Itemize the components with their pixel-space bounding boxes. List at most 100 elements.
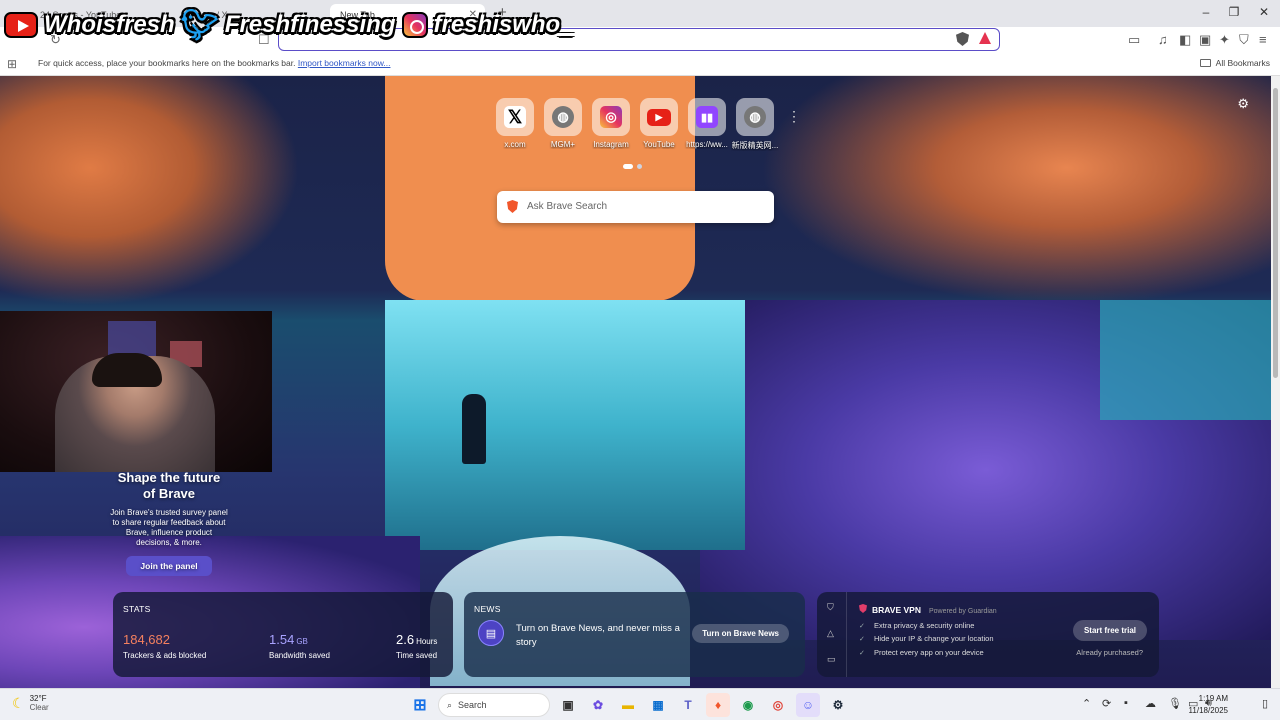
newspaper-icon: ▤	[478, 620, 504, 646]
music-icon[interactable]: ♫	[1158, 32, 1168, 47]
weather-condition: Clear	[29, 703, 49, 712]
taskbar: ☾ 32°F Clear ⊞ ⌕ Search ▣ ✿ ▬ ▦ T ♦ ◉ ◎ ☺ …	[0, 688, 1280, 720]
apps-grid-icon[interactable]: ⊞	[7, 57, 17, 71]
close-window-icon[interactable]: ✕	[1254, 5, 1274, 19]
restore-icon[interactable]: ❐	[1224, 5, 1244, 19]
clock[interactable]: 1:19 AM 11/18/2025	[1189, 693, 1228, 717]
trackers-stat: 184,682 Trackers & ads blocked	[123, 632, 206, 660]
bandwidth-stat: 1.54 GB Bandwidth saved	[269, 632, 330, 660]
page-dot[interactable]	[623, 164, 633, 169]
chevron-up-icon[interactable]: ⌃	[1082, 697, 1091, 710]
taskbar-apps: ⊞ ⌕ Search ▣ ✿ ▬ ▦ T ♦ ◉ ◎ ☺ ⚙	[408, 693, 850, 717]
bookmarks-hint: For quick access, place your bookmarks h…	[38, 58, 390, 68]
vpn-logo-icon	[859, 604, 867, 613]
moon-icon: ☾	[12, 694, 25, 711]
webcam-overlay	[0, 311, 272, 472]
vpn-feature: Hide your IP & change your location	[859, 634, 994, 645]
top-site-tile[interactable]: ▶ YouTube	[640, 98, 678, 151]
cloud-icon[interactable]: ☁	[1145, 697, 1156, 710]
background-foliage	[760, 76, 1271, 306]
weather-widget[interactable]: ☾ 32°F Clear	[12, 694, 49, 712]
streamer-hair	[92, 353, 162, 387]
windows-start-icon[interactable]: ⊞	[408, 693, 432, 717]
join-panel-button[interactable]: Join the panel	[126, 556, 212, 576]
all-bookmarks-button[interactable]: All Bookmarks	[1199, 58, 1270, 68]
folder-icon	[1199, 59, 1211, 67]
top-site-tile[interactable]: ◍ 新版精英网...	[732, 98, 778, 151]
twitch-icon: ▮▮	[696, 106, 718, 128]
new-tab-page: 𝕏 x.com ◍ MGM+ ◎ Instagram ▶ YouTube ▮▮ …	[0, 76, 1271, 688]
already-purchased-link[interactable]: Already purchased?	[1076, 648, 1143, 657]
gear-icon[interactable]: ⚙	[1237, 96, 1249, 112]
more-options-icon[interactable]: ⋮	[787, 108, 801, 125]
search-placeholder: Ask Brave Search	[527, 201, 608, 212]
scrollbar-thumb[interactable]	[1273, 88, 1278, 378]
vpn-feature: Protect every app on your device	[859, 648, 984, 659]
search-icon: ⌕	[447, 699, 453, 710]
microphone-icon[interactable]: 🎙︎	[1168, 697, 1182, 710]
promo-body: Join Brave's trusted survey panel to sha…	[110, 508, 228, 547]
x-icon: 𝕏	[504, 106, 526, 128]
teams-icon[interactable]: T	[676, 693, 700, 717]
steam-icon[interactable]: ⚙	[826, 693, 850, 717]
vpn-widget-icon[interactable]: ⛉	[827, 602, 834, 613]
search-box[interactable]: Ask Brave Search	[497, 191, 774, 223]
rewards-widget-icon[interactable]: △	[827, 628, 834, 639]
trackers-value: 184,682	[123, 632, 170, 647]
vpn-title: BRAVE VPN Powered by Guardian	[859, 604, 997, 615]
bandwidth-value: 1.54	[269, 632, 295, 647]
file-explorer-icon[interactable]: ▬	[616, 693, 640, 717]
turn-on-news-button[interactable]: Turn on Brave News	[692, 624, 789, 643]
vpn-icon[interactable]: ⛉	[1239, 32, 1249, 48]
background-foliage	[1100, 300, 1271, 420]
task-view-icon[interactable]: ▣	[556, 693, 580, 717]
copilot-icon[interactable]: ✿	[586, 693, 610, 717]
news-card: NEWS ▤ Turn on Brave News, and never mis…	[464, 592, 805, 677]
minimize-icon[interactable]: –	[1196, 5, 1216, 19]
time-stat: 2.6 Hours Time saved	[396, 632, 437, 660]
bookmarks-hint-text: For quick access, place your bookmarks h…	[38, 58, 296, 68]
menu-icon[interactable]: ≡	[1259, 32, 1267, 47]
discord-icon[interactable]: ☺	[796, 693, 820, 717]
top-site-label: https://ww...	[686, 140, 728, 149]
tab-search-icon[interactable]: ▭	[1128, 32, 1140, 48]
top-site-label: Instagram	[593, 140, 629, 149]
bandwidth-label: Bandwidth saved	[269, 651, 330, 660]
taskbar-search[interactable]: ⌕ Search	[438, 693, 550, 717]
top-site-tile[interactable]: ◎ Instagram	[592, 98, 630, 151]
vpn-powered-by: Powered by Guardian	[928, 608, 997, 615]
scrollbar[interactable]	[1271, 76, 1280, 688]
instagram-handle: freshiswho_	[433, 11, 574, 38]
clock-time: 1:19 AM	[1198, 694, 1228, 703]
top-site-label: YouTube	[643, 140, 675, 149]
start-free-trial-button[interactable]: Start free trial	[1072, 620, 1147, 641]
sync-icon[interactable]: ⟳	[1102, 697, 1111, 710]
brave-shields-icon[interactable]	[956, 32, 969, 46]
all-bookmarks-label: All Bookmarks	[1215, 58, 1270, 68]
import-bookmarks-link[interactable]: Import bookmarks now...	[298, 58, 391, 68]
cards-widget-icon[interactable]: ▭	[827, 654, 836, 665]
chrome-icon[interactable]: ◎	[766, 693, 790, 717]
taskbar-search-label: Search	[458, 700, 487, 710]
notification-icon[interactable]: ▯	[1262, 697, 1268, 710]
app-tray-icon[interactable]: ▪	[1124, 697, 1128, 709]
top-site-tile[interactable]: ◍ MGM+	[544, 98, 582, 151]
store-icon[interactable]: ▦	[646, 693, 670, 717]
top-site-tile[interactable]: ▮▮ https://ww...	[686, 98, 728, 151]
leo-ai-icon[interactable]: ✦	[1219, 32, 1230, 48]
stream-overlay: Whoisfresh 🐦︎ Freshfinessing freshiswho_	[4, 8, 574, 42]
top-site-tile[interactable]: 𝕏 x.com	[496, 98, 534, 151]
brave-rewards-icon[interactable]	[979, 32, 991, 44]
background-foliage	[0, 76, 300, 306]
bookmarks-bar: ⊞ For quick access, place your bookmarks…	[0, 52, 1280, 76]
app-icon[interactable]: ◉	[736, 693, 760, 717]
time-value: 2.6	[396, 632, 415, 647]
brave-icon[interactable]: ♦	[706, 693, 730, 717]
sidebar-icon[interactable]: ◧	[1179, 32, 1191, 48]
widget-switcher: ⛉ △ ▭	[817, 592, 847, 677]
vpn-card: ⛉ △ ▭ BRAVE VPN Powered by Guardian Extra…	[817, 592, 1159, 677]
twitter-handle: Freshfinessing	[224, 11, 396, 38]
wallet-icon[interactable]: ▣	[1199, 32, 1211, 48]
page-dot[interactable]	[637, 164, 642, 169]
youtube-handle: Whoisfresh	[44, 11, 175, 38]
